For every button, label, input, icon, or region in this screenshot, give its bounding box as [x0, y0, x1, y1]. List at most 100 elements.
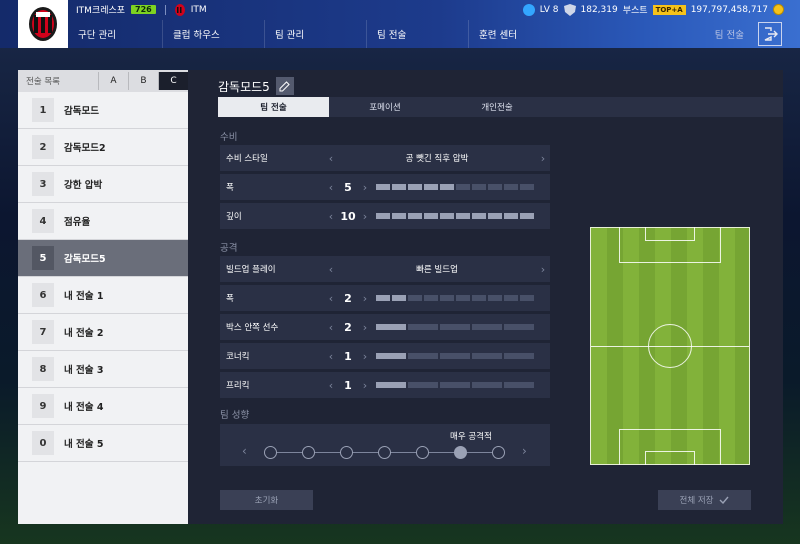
next-arrow-icon[interactable]: ›	[358, 181, 372, 194]
next-arrow-icon[interactable]: ›	[358, 292, 372, 305]
prev-arrow-icon[interactable]: ‹	[324, 152, 338, 165]
next-arrow-icon[interactable]: ›	[522, 444, 527, 458]
reset-button[interactable]: 초기화	[220, 490, 313, 510]
tendency-step-5[interactable]	[416, 446, 429, 459]
tab-a[interactable]: A	[98, 72, 128, 90]
current-page-label: 팀 전술	[714, 30, 744, 41]
nav-training-center[interactable]: 훈련 센터	[468, 20, 570, 48]
buildup-label: 빌드업 플레이	[226, 265, 276, 275]
bar-segment	[504, 353, 534, 359]
prev-arrow-icon[interactable]: ‹	[324, 321, 338, 334]
box-players-row: 박스 안쪽 선수 ‹ 2 ›	[220, 314, 550, 340]
tactic-item-0[interactable]: 0 내 전술 5	[18, 425, 188, 462]
bar-segment	[408, 353, 438, 359]
check-icon	[719, 496, 730, 504]
bar-segment	[392, 213, 406, 219]
tactic-name: 감독모드5	[64, 254, 106, 265]
tactic-item-2[interactable]: 2 감독모드2	[18, 129, 188, 166]
attack-section-label: 공격	[220, 243, 238, 254]
coin-icon	[773, 4, 784, 15]
defense-width-label: 폭	[226, 183, 234, 193]
bar-segment	[376, 324, 406, 330]
exit-button[interactable]	[758, 22, 782, 46]
bar-segment	[504, 324, 534, 330]
next-arrow-icon[interactable]: ›	[358, 321, 372, 334]
tactic-number: 7	[32, 320, 54, 344]
prev-arrow-icon[interactable]: ‹	[324, 350, 338, 363]
tendency-step-7[interactable]	[492, 446, 505, 459]
save-all-button[interactable]: 전체 저장	[658, 490, 751, 510]
tactic-item-9[interactable]: 9 내 전술 4	[18, 388, 188, 425]
tactic-list-header: 전술 목록 A B C	[18, 70, 188, 92]
tendency-row: 매우 공격적 ‹ ›	[220, 424, 550, 466]
bar-segment	[440, 295, 454, 301]
prev-arrow-icon[interactable]: ‹	[242, 444, 247, 458]
nav-team-management[interactable]: 팀 관리	[264, 20, 366, 48]
tab-c[interactable]: C	[158, 72, 188, 90]
nav-club-house[interactable]: 클럽 하우스	[162, 20, 264, 48]
bar-segment	[408, 184, 422, 190]
bar-segment	[456, 213, 470, 219]
tendency-step-2[interactable]	[302, 446, 315, 459]
tab-individual-tactics[interactable]: 개인전술	[441, 97, 553, 117]
prev-arrow-icon[interactable]: ‹	[324, 292, 338, 305]
tactic-item-6[interactable]: 6 내 전술 1	[18, 277, 188, 314]
defense-width-row: 폭 ‹ 5 ›	[220, 174, 550, 200]
free-kick-value: 1	[344, 378, 352, 392]
bar-segment	[472, 382, 502, 388]
tendency-step-4[interactable]	[378, 446, 391, 459]
nav-club-management[interactable]: 구단 관리	[68, 20, 162, 48]
boost-label: 부스트	[622, 6, 648, 16]
prev-arrow-icon[interactable]: ‹	[324, 263, 338, 276]
tactic-item-8[interactable]: 8 내 전술 3	[18, 351, 188, 388]
next-arrow-icon[interactable]: ›	[358, 210, 372, 223]
tab-team-tactics[interactable]: 팀 전술	[218, 97, 329, 117]
tactic-name: 내 전술 5	[64, 439, 104, 450]
bar-segment	[488, 295, 502, 301]
next-arrow-icon[interactable]: ›	[536, 263, 550, 276]
next-arrow-icon[interactable]: ›	[358, 379, 372, 392]
tab-formation[interactable]: 포메이션	[329, 97, 441, 117]
bar-segment	[392, 184, 406, 190]
bar-segment	[408, 295, 422, 301]
free-kick-row: 프리킥 ‹ 1 ›	[220, 372, 550, 398]
tactic-item-3[interactable]: 3 강한 압박	[18, 166, 188, 203]
bar-segment	[472, 213, 486, 219]
tab-b[interactable]: B	[128, 72, 158, 90]
tactic-item-7[interactable]: 7 내 전술 2	[18, 314, 188, 351]
tactic-item-1[interactable]: 1 감독모드	[18, 92, 188, 129]
tendency-step-3[interactable]	[340, 446, 353, 459]
club-name: ITM크레스포	[76, 6, 126, 16]
bar-segment	[504, 213, 518, 219]
tendency-section-label: 팀 성향	[220, 410, 250, 421]
ovr-badge: 726	[131, 5, 156, 14]
box-players-value: 2	[344, 320, 352, 334]
next-arrow-icon[interactable]: ›	[536, 152, 550, 165]
defense-style-label: 수비 스타일	[226, 154, 268, 164]
bar-segment	[472, 324, 502, 330]
corner-kick-value: 1	[344, 349, 352, 363]
tactic-item-4[interactable]: 4 점유율	[18, 203, 188, 240]
tendency-step-6[interactable]	[454, 446, 467, 459]
nav-team-tactics[interactable]: 팀 전술	[366, 20, 468, 48]
tactic-item-5[interactable]: 5 감독모드5	[18, 240, 188, 277]
tactic-name: 내 전술 3	[64, 365, 104, 376]
bar-segment	[376, 382, 406, 388]
club-info: ITM크레스포 726 ITM	[76, 2, 207, 17]
bar-segment	[440, 324, 470, 330]
tactic-editor-panel: 감독모드5 팀 전술 포메이션 개인전술 수비 수비 스타일 ‹ 공 뺏긴 직후…	[188, 70, 783, 524]
rename-button[interactable]	[275, 77, 294, 95]
fc-points: 182,319	[580, 4, 618, 15]
prev-arrow-icon[interactable]: ‹	[324, 210, 338, 223]
defense-style-value: 공 뺏긴 직후 압박	[405, 154, 469, 164]
prev-arrow-icon[interactable]: ‹	[324, 181, 338, 194]
bar-segment	[488, 184, 502, 190]
goal-area-bottom	[645, 451, 695, 465]
tactic-number: 8	[32, 357, 54, 381]
level-icon	[522, 3, 535, 16]
next-arrow-icon[interactable]: ›	[358, 350, 372, 363]
defense-width-bar	[376, 184, 534, 190]
bar-segment	[424, 213, 438, 219]
prev-arrow-icon[interactable]: ‹	[324, 379, 338, 392]
tendency-step-1[interactable]	[264, 446, 277, 459]
